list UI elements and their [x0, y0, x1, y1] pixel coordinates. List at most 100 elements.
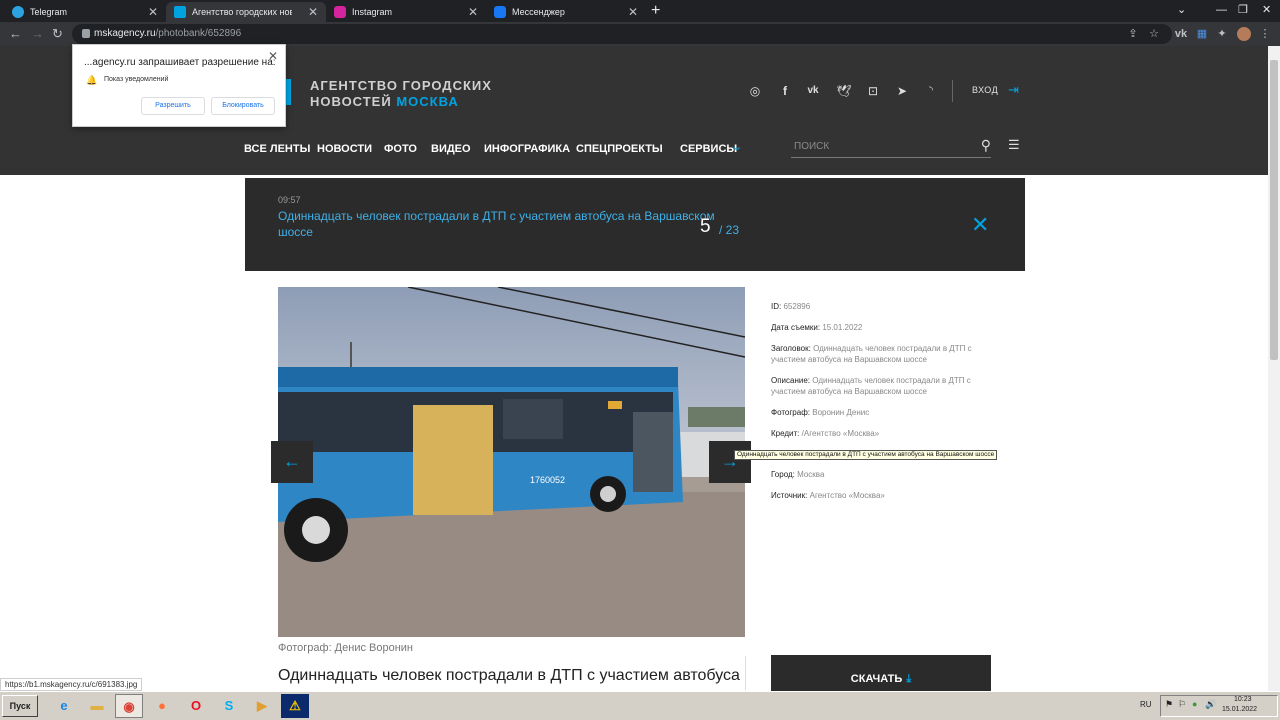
block-button[interactable]: Блокировать	[211, 97, 275, 115]
photo-caption: Фотограф: Денис Воронин	[278, 642, 414, 654]
browser-toolbar: ← → ↻ mskagency.ru/photobank/652896 ⇪ ☆ …	[0, 22, 1280, 46]
ie-icon[interactable]: e	[50, 694, 78, 718]
divider	[745, 656, 746, 690]
volume-icon[interactable]: 🔊	[1205, 699, 1216, 710]
status-url: https://b1.mskagency.ru/c/691383.jpg	[0, 678, 143, 691]
search-icon[interactable]: ⚲	[981, 137, 991, 154]
clock-time[interactable]: 10:23	[1234, 696, 1252, 703]
reload-icon[interactable]: ↻	[52, 25, 63, 43]
download-icon: ⤓	[906, 673, 912, 685]
next-photo-button[interactable]: →	[709, 441, 751, 483]
back-icon[interactable]: ←	[9, 25, 22, 43]
meta-id: ID: 652896	[771, 302, 811, 311]
skype-icon[interactable]: S	[215, 694, 243, 718]
vk-icon[interactable]: vk	[805, 83, 821, 99]
forward-icon[interactable]: →	[31, 25, 44, 43]
meta-shoot-date: Дата съемки: 15.01.2022	[771, 323, 863, 332]
search-input[interactable]	[791, 136, 961, 157]
extensions-icon[interactable]: ✦	[1215, 27, 1229, 41]
facebook-icon[interactable]: f	[777, 83, 793, 99]
bookmark-star-icon[interactable]: ☆	[1147, 27, 1161, 41]
instagram-icon[interactable]: ◎	[747, 83, 763, 99]
nav-photo[interactable]: ФОТО	[384, 143, 417, 155]
close-icon[interactable]: ✕	[971, 212, 989, 238]
bus-photo-illustration: 1760052	[278, 287, 745, 637]
vertical-scrollbar[interactable]	[1268, 46, 1280, 691]
close-icon[interactable]: ✕	[468, 2, 478, 22]
folder-icon[interactable]: ▬	[83, 694, 111, 718]
vk-extension-icon[interactable]: vk	[1174, 27, 1188, 41]
bell-icon: 🔔	[86, 75, 98, 85]
tab-instagram[interactable]: Instagram ✕	[326, 2, 486, 22]
nav-special-projects[interactable]: СПЕЦПРОЕКТЫ	[576, 143, 663, 155]
minimize-icon[interactable]: —	[1216, 0, 1227, 20]
site-logo[interactable]: АГЕНТСТВО ГОРОДСКИХ НОВОСТЕЙ МОСКВА	[310, 78, 492, 110]
telegram-icon[interactable]: ➤	[894, 83, 910, 99]
filter-settings-icon[interactable]: ☰	[1008, 137, 1020, 153]
scrollbar-thumb[interactable]	[1270, 60, 1278, 360]
meta-photographer: Фотограф: Воронин Денис	[771, 408, 870, 417]
nav-news[interactable]: НОВОСТИ	[317, 143, 372, 155]
media-player-icon[interactable]: ▶	[248, 694, 276, 718]
close-icon[interactable]: ✕	[268, 49, 278, 63]
close-icon[interactable]: ✕	[628, 2, 638, 22]
browser-tab-bar: Telegram ✕ Агентство городских новостей …	[0, 0, 1280, 22]
close-icon[interactable]: ✕	[308, 2, 318, 22]
tab-label: Мессенджер	[512, 7, 565, 17]
tooltip: Одиннадцать человек пострадали в ДТП с у…	[734, 450, 998, 460]
clock-date[interactable]: 15.01.2022	[1222, 706, 1257, 713]
tab-telegram[interactable]: Telegram ✕	[4, 2, 166, 22]
avatar[interactable]	[1237, 27, 1251, 41]
chrome-icon[interactable]: ◉	[115, 694, 143, 718]
tab-label: Telegram	[30, 7, 68, 17]
meta-title: Заголовок: Одиннадцать человек пострадал…	[771, 344, 972, 364]
rss-icon[interactable]: ◝	[923, 83, 939, 99]
photo-counter-total: / 23	[719, 223, 740, 237]
photo-extension-icon[interactable]: ▦	[1195, 27, 1209, 41]
download-label: СКАЧАТЬ	[850, 673, 903, 685]
nav-all-feeds[interactable]: ВСЕ ЛЕНТЫ	[244, 143, 310, 155]
photo-counter-current: 5	[700, 216, 711, 237]
odnoklassniki-icon[interactable]: ⊡	[865, 83, 881, 99]
share-icon[interactable]: ⇪	[1126, 27, 1140, 41]
restore-icon[interactable]: ❐	[1238, 0, 1248, 20]
nav-services[interactable]: СЕРВИСЫ	[680, 143, 737, 155]
nav-infographics[interactable]: ИНФОГРАФИКА	[484, 143, 570, 155]
chevron-down-icon[interactable]: ⌄	[730, 140, 744, 153]
start-button[interactable]: Пуск	[2, 695, 38, 717]
address-bar[interactable]: mskagency.ru/photobank/652896	[72, 24, 1172, 44]
window-close-icon[interactable]: ✕	[1262, 0, 1271, 20]
logo-line-2: НОВОСТЕЙ МОСКВА	[310, 94, 459, 109]
tab-messenger[interactable]: Мессенджер ✕	[486, 2, 646, 22]
url-text: mskagency.ru/photobank/652896	[94, 28, 242, 39]
new-tab-icon[interactable]: +	[651, 2, 660, 20]
firefox-icon[interactable]: ●	[148, 694, 176, 718]
antivirus-icon[interactable]: ⚑	[1165, 699, 1173, 710]
nav-video[interactable]: ВИДЕО	[431, 143, 471, 155]
flag-icon[interactable]: ⚐	[1178, 699, 1186, 710]
news-photo[interactable]: 1760052	[278, 287, 745, 637]
login-link[interactable]: ВХОД	[972, 85, 998, 95]
header-divider	[952, 80, 953, 102]
taskbar: Пуск e ▬ ◉ ● O S ▶ ⚠ RU ⚑ ⚐ ● 🔊 10:23 15…	[0, 691, 1280, 720]
telegram-icon	[12, 6, 24, 18]
prev-photo-button[interactable]: ←	[271, 441, 313, 483]
twitter-icon[interactable]: 🕊	[836, 83, 852, 99]
mskagency-icon	[174, 6, 186, 18]
language-indicator[interactable]: RU	[1140, 700, 1152, 709]
permission-title: ...agency.ru запрашивает разрешение на:	[84, 57, 276, 68]
banner-title[interactable]: Одиннадцать человек пострадали в ДТП с у…	[278, 208, 748, 240]
allow-button[interactable]: Разрешить	[141, 97, 205, 115]
menu-icon[interactable]: ⋮	[1258, 27, 1272, 41]
logo-line-1: АГЕНТСТВО ГОРОДСКИХ	[310, 78, 492, 93]
opera-icon[interactable]: O	[182, 694, 210, 718]
meta-credit: Кредит: /Агентство «Москва»	[771, 429, 880, 438]
tab-search-icon[interactable]: ⌄	[1177, 0, 1186, 20]
tab-mskagency[interactable]: Агентство городских новостей «Москва» ✕	[166, 2, 326, 22]
bus-number: 1760052	[530, 475, 565, 485]
login-icon[interactable]: ⇥	[1008, 82, 1019, 98]
warning-app-icon[interactable]: ⚠	[281, 694, 309, 718]
download-button[interactable]: СКАЧАТЬ ⤓	[771, 655, 991, 691]
close-icon[interactable]: ✕	[148, 2, 158, 22]
network-icon[interactable]: ●	[1192, 699, 1197, 709]
